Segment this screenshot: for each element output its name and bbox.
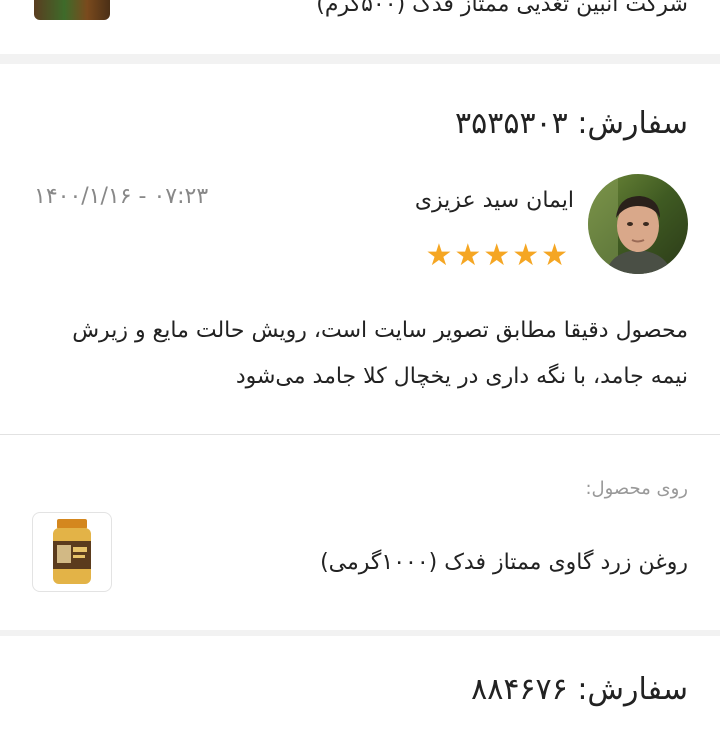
on-product-label: روی محصول:: [585, 478, 688, 499]
order-number: ۸۸۴۶۷۶: [471, 672, 568, 707]
order-label: سفارش:: [577, 672, 688, 707]
product-thumbnail[interactable]: [32, 512, 112, 592]
review-date: ۱۴۰۰/۱/۱۶ - ۰۷:۲۳: [34, 184, 209, 209]
reviewer-photo: [588, 174, 688, 274]
order-label: سفارش:: [577, 106, 688, 141]
ghee-jar-icon: [53, 519, 91, 584]
next-review-card: سفارش: ۸۸۴۶۷۶: [0, 636, 720, 756]
order-heading: سفارش: ۳۵۳۵۳۰۳: [455, 106, 688, 141]
order-heading: سفارش: ۸۸۴۶۷۶: [471, 672, 688, 707]
product-name[interactable]: روغن زرد گاوی ممتاز فدک (۱۰۰۰گرمی): [320, 550, 688, 575]
reviewer-name: ایمان سید عزیزی: [414, 188, 574, 213]
review-text: محصول دقیقا مطابق تصویر سایت است، رویش ح…: [72, 318, 688, 389]
avatar: [588, 174, 688, 274]
review-card: سفارش: ۳۵۳۵۳۰۳ ایمان سید عزیزی ۱۴۰۰/۱/۱۶…: [0, 64, 720, 630]
star-rating: ★★★★★: [425, 238, 570, 273]
product-title[interactable]: شرکت انبین تغذیی ممتاز فدک (۵۰۰گرم): [316, 0, 688, 17]
product-thumbnail[interactable]: [34, 0, 110, 20]
divider: [0, 434, 720, 435]
order-number: ۳۵۳۵۳۰۳: [454, 106, 568, 141]
previous-review-card: شرکت انبین تغذیی ممتاز فدک (۵۰۰گرم): [0, 0, 720, 54]
